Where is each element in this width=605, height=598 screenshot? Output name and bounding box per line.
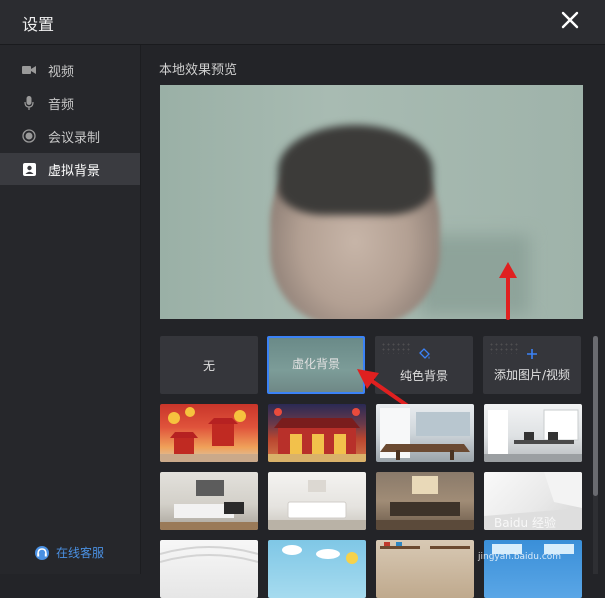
thumbnail-art — [492, 544, 574, 554]
sidebar-item-label: 会议录制 — [48, 130, 101, 146]
option-label: 添加图片/视频 — [493, 367, 571, 382]
record-icon — [22, 129, 36, 143]
sidebar: 视频 音频 会议录制 虚拟背景 在线客服 — [0, 45, 141, 574]
thumbnail-shelves-room[interactable] — [376, 540, 474, 598]
online-support-link[interactable]: 在线客服 — [34, 544, 104, 561]
sidebar-item-label: 视频 — [48, 64, 75, 80]
main-panel: 本地效果预览 无 虚化背景 纯色背景 添加图片/视频 — [141, 45, 605, 598]
thumbnail-art — [160, 480, 258, 530]
thumbnail-art — [268, 480, 366, 530]
thumbnail-art — [282, 545, 358, 564]
video-camera-icon — [22, 63, 36, 77]
thumbnail-blue-room[interactable] — [484, 540, 582, 598]
sidebar-item-label: 虚拟背景 — [48, 163, 101, 179]
thumbnail-living-room-dark[interactable] — [376, 472, 474, 530]
thumbnail-art — [268, 408, 366, 462]
preview-title: 本地效果预览 — [159, 63, 238, 78]
thumbnail-art — [376, 476, 474, 530]
paint-bucket-icon — [419, 347, 430, 359]
thumbnail-art — [484, 409, 582, 462]
thumbnail-cartoon-sky[interactable] — [268, 540, 366, 598]
thumbnail-chinese-new-year-1[interactable] — [160, 404, 258, 462]
sidebar-item-label: 音频 — [48, 97, 75, 113]
option-none[interactable]: 无 — [160, 336, 258, 394]
option-blur-background[interactable]: 虚化背景 — [267, 336, 365, 394]
thumbnail-art — [160, 407, 258, 462]
thumbnail-living-room-white[interactable] — [268, 472, 366, 530]
close-icon[interactable] — [558, 8, 582, 32]
thumbnail-living-room-gray[interactable] — [160, 472, 258, 530]
watermark-text: Baidu 经验 — [494, 516, 556, 530]
sidebar-item-video[interactable]: 视频 — [0, 54, 140, 86]
window-title: 设置 — [22, 15, 55, 34]
thumbnail-dining-room[interactable] — [376, 404, 474, 462]
dot-pattern — [381, 342, 411, 354]
preview-hair — [278, 125, 433, 215]
plus-icon — [527, 348, 537, 359]
microphone-icon — [22, 96, 36, 110]
thumbnail-white-ceiling[interactable] — [160, 540, 258, 598]
headset-icon — [35, 545, 49, 560]
thumbnail-scrollbar[interactable] — [593, 336, 598, 574]
sidebar-item-virtual-background[interactable]: 虚拟背景 — [0, 153, 140, 185]
support-label: 在线客服 — [56, 546, 105, 560]
sidebar-item-recording[interactable]: 会议录制 — [0, 120, 140, 152]
option-label: 虚化背景 — [291, 356, 340, 371]
option-label: 无 — [202, 358, 215, 373]
thumbnail-art — [380, 542, 470, 549]
watermark-url: jingyan.baidu.com — [478, 552, 562, 562]
title-bar: 设置 — [0, 0, 605, 45]
scrollbar-thumb[interactable] — [593, 336, 598, 496]
sidebar-item-audio[interactable]: 音频 — [0, 87, 140, 119]
thumbnail-office[interactable] — [484, 404, 582, 462]
dot-pattern — [489, 342, 519, 354]
thumbnail-chinese-new-year-2[interactable] — [268, 404, 366, 462]
thumbnail-art — [380, 408, 470, 460]
red-arrow-up-icon — [499, 262, 517, 320]
thumbnail-art — [160, 546, 258, 563]
portrait-icon — [22, 162, 36, 176]
option-add-media[interactable]: 添加图片/视频 — [483, 336, 581, 394]
